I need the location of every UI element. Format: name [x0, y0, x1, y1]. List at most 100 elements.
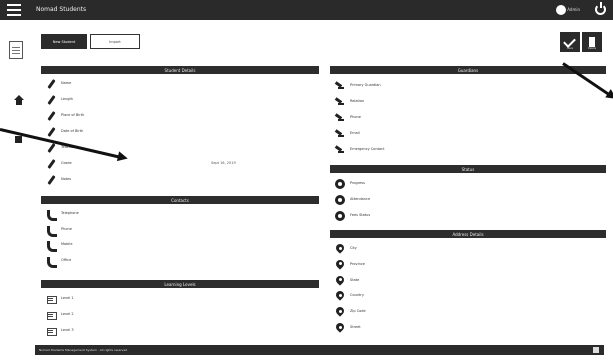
list-item-label: Fees Status — [350, 213, 371, 217]
list-item[interactable]: Length — [41, 94, 319, 106]
list-item[interactable]: Date of Birth — [41, 126, 319, 138]
list-item-label: Telephone — [61, 211, 79, 215]
hand-icon — [335, 145, 345, 155]
phone-icon — [46, 225, 57, 237]
list-item-label: Place of Birth — [61, 113, 85, 117]
circle-icon — [335, 179, 345, 189]
list-item-label: Country — [350, 293, 364, 298]
list-item[interactable]: Province — [330, 259, 606, 271]
list-item[interactable]: Relation — [330, 96, 606, 108]
list-item-label: Province — [350, 261, 365, 266]
pin-icon — [335, 260, 345, 270]
pin-icon — [335, 276, 345, 286]
section-header-learning-levels: Learning Levels — [41, 280, 319, 288]
save-label: Save — [566, 47, 574, 50]
list-item-label: Notes — [61, 177, 72, 181]
list-item-value: Sept 16, 2019 — [211, 161, 236, 165]
hand-icon — [335, 113, 345, 123]
list-item-label: State — [350, 277, 360, 282]
user-name[interactable]: Admin — [567, 7, 580, 12]
list-item[interactable]: Telephone — [41, 208, 319, 221]
list-item-label: Length — [61, 97, 74, 101]
list-item[interactable]: Office — [41, 255, 319, 268]
phone-icon — [46, 256, 57, 268]
chair-icon — [46, 326, 57, 336]
list-item[interactable]: Progress — [330, 178, 606, 190]
list-item-label: Primary Guardian — [350, 83, 381, 87]
delete-button[interactable]: Delete — [582, 32, 602, 52]
list-item-label: City — [350, 246, 357, 250]
list-item-label: Grade — [61, 161, 72, 165]
list-item-label: Level 2 — [61, 312, 74, 316]
list-item-label: Mobile — [61, 242, 73, 246]
section-header-status: Status — [330, 165, 606, 173]
list-item-label: Level 3 — [61, 328, 74, 332]
list-item-label: Zip Code — [350, 309, 366, 314]
section-header-guardians: Guardians — [330, 66, 606, 74]
hand-icon — [335, 81, 345, 91]
list-item-label: Attendance — [350, 197, 371, 201]
list-item[interactable]: Level 3 — [41, 325, 319, 337]
circle-icon — [335, 211, 345, 221]
list-item-label: Name — [61, 81, 72, 85]
list-item[interactable]: Primary Guardian — [330, 80, 606, 92]
list-item-label: Date of Birth — [61, 129, 84, 133]
list-item-label: Phone — [350, 115, 361, 119]
list-item-label: Street — [350, 325, 361, 329]
pin-icon — [335, 244, 345, 254]
list-item[interactable]: Notes — [41, 174, 319, 186]
list-item[interactable]: Zip Code — [330, 306, 606, 318]
hand-icon — [335, 129, 345, 139]
pencil-icon — [46, 175, 56, 185]
phone-icon — [46, 240, 57, 252]
section-header-address: Address Details — [330, 230, 606, 238]
list-item[interactable]: Grade Sept 16, 2019 — [41, 158, 319, 170]
pencil-icon — [46, 127, 56, 137]
info-icon[interactable] — [593, 347, 599, 353]
list-item[interactable]: Place of Birth — [41, 110, 319, 122]
phone-icon — [46, 209, 57, 221]
list-item-label: Relation — [350, 99, 365, 103]
list-item[interactable]: Level 1 — [41, 293, 319, 305]
list-item-label: Level 1 — [61, 296, 74, 300]
import-button[interactable]: Import — [90, 34, 140, 49]
list-item-label: Progress — [350, 181, 365, 185]
list-item[interactable]: Street — [330, 322, 606, 334]
list-item[interactable]: Email — [330, 128, 606, 140]
pencil-icon — [46, 79, 56, 89]
list-item[interactable]: Country — [330, 290, 606, 302]
list-item[interactable]: Attendance — [330, 194, 606, 206]
list-item[interactable]: Phone — [330, 112, 606, 124]
document-icon[interactable] — [9, 41, 23, 59]
list-item[interactable]: Name — [41, 78, 319, 90]
new-student-button[interactable]: New Student — [41, 34, 87, 49]
pencil-icon — [46, 111, 56, 121]
top-app-bar: Nomad Students Admin — [0, 0, 613, 20]
chair-icon — [46, 294, 57, 304]
power-icon[interactable] — [595, 2, 606, 15]
list-icon[interactable] — [15, 136, 22, 143]
pencil-icon — [46, 95, 56, 105]
pin-icon — [335, 291, 345, 301]
section-header-contacts: Contacts — [41, 196, 319, 204]
list-item[interactable]: Fees Status — [330, 210, 606, 222]
home-icon[interactable] — [14, 95, 24, 105]
list-item-label: Email — [350, 131, 360, 135]
circle-icon — [335, 195, 345, 205]
hamburger-menu-icon[interactable] — [7, 4, 21, 16]
footer: Nomad Students Management System · All r… — [35, 345, 604, 355]
list-item[interactable]: Phone — [41, 224, 319, 237]
list-item[interactable]: Level 2 — [41, 309, 319, 321]
list-item[interactable]: State — [330, 275, 606, 287]
user-avatar-icon[interactable] — [556, 5, 566, 15]
list-item-label: Emergency Contact — [350, 147, 385, 151]
left-navigation-rail — [0, 20, 34, 345]
save-button[interactable]: Save — [560, 32, 580, 52]
list-item[interactable]: City — [330, 243, 606, 255]
footer-text: Nomad Students Management System · All r… — [39, 348, 128, 352]
delete-label: Delete — [587, 47, 597, 50]
pencil-icon — [46, 143, 56, 153]
list-item[interactable]: Mobile — [41, 239, 319, 252]
list-item[interactable]: Emergency Contact — [330, 144, 606, 156]
chair-icon — [46, 310, 57, 320]
